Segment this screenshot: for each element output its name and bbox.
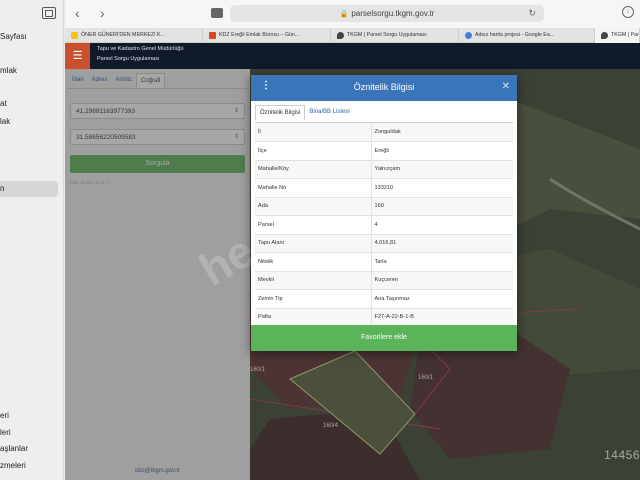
forward-icon[interactable]: › <box>100 5 105 21</box>
sidebar-item[interactable]: lak <box>0 114 10 130</box>
attribute-table: İl Zonguldak İlçe Ereğli Mahalle/Köy Yalnız… <box>255 123 513 327</box>
close-icon[interactable]: ✕ <box>502 81 510 92</box>
table-row: Zemin Tip Ana Taşınmaz <box>255 289 513 309</box>
table-row: Mahalle/Köy Yalnızçam <box>255 160 513 179</box>
reload-icon[interactable]: ↻ <box>528 5 536 22</box>
address-bar[interactable]: 🔒 parselsorgu.tkgm.gov.tr ↻ <box>230 5 544 22</box>
attr-key: Pafta <box>255 308 372 327</box>
add-favorite-button[interactable]: Favorilere ekle <box>251 325 517 351</box>
tab-label: KDZ Ereğli Emlak Bürosu – Gün... <box>219 32 300 38</box>
sidebar-item[interactable]: Sayfası <box>0 29 27 45</box>
attribute-dialog: ⋮ Öznitelik Bilgisi ✕ Öznitelik Bilgisi … <box>251 75 517 351</box>
attr-key: Parsel <box>255 215 372 235</box>
web-page: ☰ Tapu ve Kadastro Genel Müdürlüğü Parse… <box>65 43 640 480</box>
attr-value: 133210 <box>371 178 513 198</box>
sidebar-item[interactable]: mlak <box>0 63 17 79</box>
browser-tab-active[interactable]: TKGM | Parsel S <box>595 28 640 43</box>
browser-sidebar: Sayfası mlak at lak n eri leri aşlanlar … <box>0 0 64 480</box>
tab-label: TKGM | Parsel Sorgu Uygulaması <box>347 32 427 38</box>
sidebar-item[interactable]: leri <box>0 425 11 441</box>
download-icon[interactable]: ↓ <box>622 6 634 18</box>
lock-icon: 🔒 <box>339 11 349 18</box>
sidebar-item[interactable]: at <box>0 96 7 112</box>
attr-value: 160 <box>371 197 513 216</box>
attr-key: Mahalle No <box>255 178 372 198</box>
attr-value: Zonguldak <box>371 123 513 142</box>
table-row: İl Zonguldak <box>255 123 513 142</box>
browser-tab[interactable]: TKGM | Parsel Sorgu Uygulaması <box>331 28 459 43</box>
browser-tab[interactable]: ÖNER GÜNERİ'DEN MERKEZİ K... <box>65 28 203 43</box>
attr-value: Tarla <box>371 252 513 272</box>
tab-attributes[interactable]: Öznitelik Bilgisi <box>255 105 306 120</box>
attr-key: Mevkii <box>255 271 372 290</box>
table-row: Pafta F27-A-22-B-1-B <box>255 308 513 327</box>
tab-label: ÖNER GÜNERİ'DEN MERKEZİ K... <box>81 32 166 38</box>
table-row: Parsel 4 <box>255 215 513 235</box>
sidebar-item[interactable]: eri <box>0 408 9 424</box>
browser-tab[interactable]: KDZ Ereğli Emlak Bürosu – Gün... <box>203 28 331 43</box>
attr-key: Mahalle/Köy <box>255 160 372 179</box>
tab-label: Adsız harita projesi - Google Ea... <box>475 32 555 38</box>
red-favicon-icon <box>209 32 216 39</box>
brand-subtitle: Parsel Sorgu Uygulaması <box>97 56 160 62</box>
tab-overview-icon[interactable] <box>42 7 56 19</box>
attr-key: İlçe <box>255 141 372 161</box>
attr-key: İl <box>255 123 372 142</box>
table-row: Mevkii Kuçceren <box>255 271 513 290</box>
map-pin-favicon-icon <box>337 32 344 39</box>
table-row: Ada 160 <box>255 197 513 216</box>
attr-key: Ada <box>255 197 372 216</box>
map-pin-favicon-icon <box>601 32 608 39</box>
dialog-tabs: Öznitelik Bilgisi Bina/BB Listesi <box>255 105 354 120</box>
attr-key: Zemin Tip <box>255 289 372 309</box>
tab-building-list[interactable]: Bina/BB Listesi <box>305 105 353 120</box>
attr-key: Tapu Alanı <box>255 234 372 253</box>
attr-key: Nitelik <box>255 252 372 272</box>
tab-label: TKGM | Parsel S <box>611 32 639 38</box>
attr-value: 4 <box>371 215 513 235</box>
sidebar-item-selected[interactable]: n <box>0 181 58 197</box>
menu-icon[interactable]: ☰ <box>65 43 90 69</box>
dialog-title: Öznitelik Bilgisi <box>353 82 415 92</box>
browser-tab[interactable]: Adsız harita projesi - Google Ea... <box>459 28 595 43</box>
sidebar-item[interactable]: zmeleri <box>0 458 26 474</box>
tab-group-icon[interactable] <box>211 8 223 18</box>
sidebar-item[interactable]: aşlanlar <box>0 441 28 457</box>
brand-title: Tapu ve Kadastro Genel Müdürlüğü <box>97 46 184 52</box>
attr-value: Kuçceren <box>371 271 513 290</box>
back-icon[interactable]: ‹ <box>75 5 80 21</box>
dialog-header: ⋮ Öznitelik Bilgisi ✕ <box>251 75 517 101</box>
s-favicon-icon <box>71 32 78 39</box>
table-row: İlçe Ereğli <box>255 141 513 161</box>
browser-toolbar: ‹ › 🔒 parselsorgu.tkgm.gov.tr ↻ ↓ <box>65 0 640 28</box>
table-row: Nitelik Tarla <box>255 252 513 272</box>
table-row: Mahalle No 133210 <box>255 178 513 198</box>
attr-value: 4.016,81 <box>371 234 513 253</box>
attr-value: Ana Taşınmaz <box>371 289 513 309</box>
google-earth-favicon-icon <box>465 32 472 39</box>
tab-bar: ÖNER GÜNERİ'DEN MERKEZİ K... KDZ Ereğli … <box>65 28 640 43</box>
table-row: Tapu Alanı 4.016,81 <box>255 234 513 253</box>
site-header: ☰ Tapu ve Kadastro Genel Müdürlüğü Parse… <box>65 43 640 69</box>
attr-value: F27-A-22-B-1-B <box>371 308 513 327</box>
attr-value: Ereğli <box>371 141 513 161</box>
url-text: parselsorgu.tkgm.gov.tr <box>351 9 435 18</box>
attr-value: Yalnızçam <box>371 160 513 179</box>
